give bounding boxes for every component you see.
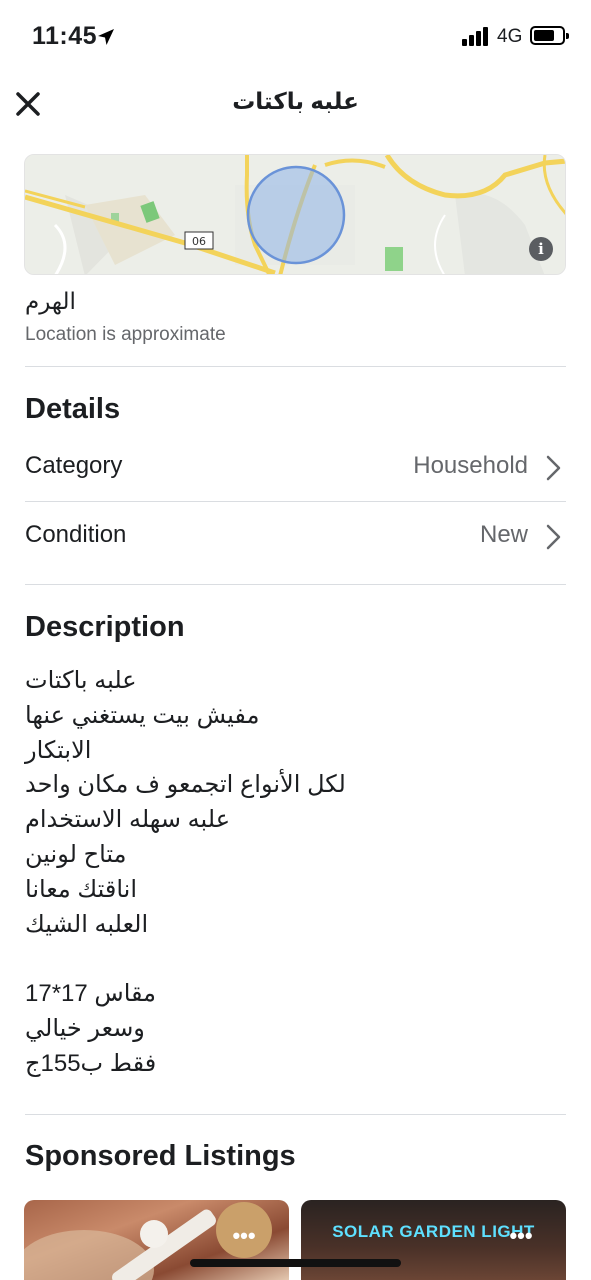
location-name: الهرم xyxy=(25,288,76,314)
divider xyxy=(25,366,566,367)
description-line: علبه سهله الاستخدام xyxy=(25,806,231,834)
cellular-signal-icon xyxy=(462,26,492,46)
more-options-button[interactable]: ••• xyxy=(224,1225,264,1254)
map-info-icon[interactable]: i xyxy=(529,237,553,261)
divider xyxy=(25,1114,566,1115)
description-line: مقاس 17*17 xyxy=(25,980,157,1008)
location-arrow-icon xyxy=(98,29,114,45)
description-line: لكل الأنواع اتجمعو ف مكان واحد xyxy=(25,771,346,799)
category-label: Category xyxy=(25,452,123,479)
description-line: اناقتك معانا xyxy=(25,875,138,903)
more-options-button[interactable]: ••• xyxy=(501,1225,541,1254)
home-indicator xyxy=(190,1259,401,1267)
status-bar: 11:45 4G xyxy=(0,0,591,72)
chevron-right-icon xyxy=(546,455,561,481)
chevron-right-icon xyxy=(546,524,561,550)
description-line: العلبه الشيك xyxy=(25,910,149,938)
description-text: علبه باكتات مفيش بيت يستغني عنها الابتكا… xyxy=(25,664,565,1082)
condition-label: Condition xyxy=(25,521,127,548)
header: علبه باكتات xyxy=(0,72,591,136)
divider xyxy=(25,584,566,585)
description-line: علبه باكتات xyxy=(25,667,137,694)
status-time: 11:45 xyxy=(32,22,98,50)
network-type: 4G xyxy=(497,26,523,47)
location-map[interactable]: 06 i xyxy=(24,154,566,275)
description-title: Description xyxy=(25,611,185,643)
map-graphic: 06 xyxy=(25,155,565,274)
map-road-label: 06 xyxy=(192,235,206,248)
description-line: وسعر خيالي xyxy=(25,1014,145,1042)
sponsored-card[interactable]: ••• xyxy=(24,1200,289,1280)
description-line: فقط ب155ج xyxy=(25,1049,157,1077)
sponsored-card[interactable]: SOLAR GARDEN LIGHT ••• xyxy=(301,1200,566,1280)
category-value: Household xyxy=(413,452,528,479)
category-row[interactable]: Category Household xyxy=(25,443,566,493)
description-line: مفيش بيت يستغني عنها xyxy=(25,701,260,729)
details-title: Details xyxy=(25,393,121,425)
battery-icon xyxy=(530,26,569,45)
location-note: Location is approximate xyxy=(25,324,226,345)
condition-row[interactable]: Condition New xyxy=(25,512,566,562)
page-title: علبه باكتات xyxy=(232,88,359,114)
condition-value: New xyxy=(479,521,528,548)
sponsored-title: Sponsored Listings xyxy=(25,1140,296,1172)
description-line: الابتكار xyxy=(25,736,92,764)
description-line xyxy=(25,942,565,977)
description-line: متاح لونين xyxy=(25,840,127,868)
divider xyxy=(25,501,566,502)
sponsored-cards: ••• SOLAR GARDEN LIGHT ••• xyxy=(24,1200,566,1280)
